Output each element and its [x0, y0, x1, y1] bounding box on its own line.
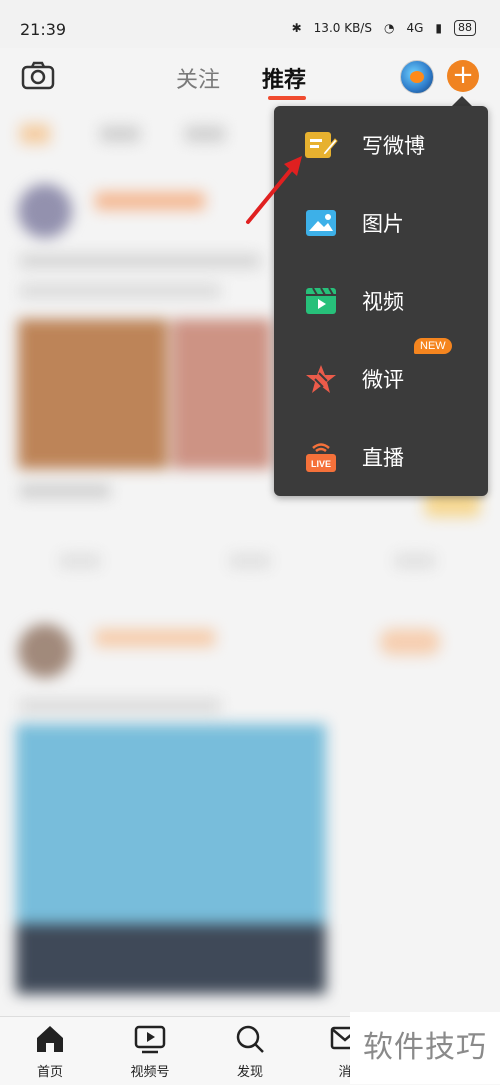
watermark: 软件技巧	[350, 1012, 500, 1084]
signal-label: 4G	[406, 21, 424, 35]
nav-label: 发现	[236, 1065, 263, 1080]
menu-item-label: 直播	[362, 446, 404, 470]
tab-follow[interactable]: 关注	[176, 62, 220, 94]
avatar[interactable]	[400, 60, 434, 94]
signal-icon: ▮	[435, 21, 442, 35]
search-icon	[236, 1025, 264, 1053]
home-icon	[37, 1026, 63, 1052]
active-tab-indicator	[268, 96, 306, 100]
bluetooth-icon: ✱	[291, 21, 302, 35]
menu-item-label: 图片	[362, 212, 404, 236]
svg-text:LIVE: LIVE	[311, 459, 331, 469]
new-badge: NEW	[414, 338, 452, 354]
nav-label: 视频号	[130, 1065, 170, 1080]
nav-video-channel[interactable]: 视频号	[110, 1023, 190, 1080]
camera-icon[interactable]	[20, 58, 56, 94]
menu-arrow	[452, 96, 472, 106]
tab-recommend[interactable]: 推荐	[262, 62, 306, 94]
battery-icon: 88	[454, 20, 476, 36]
menu-item-label: 写微博	[362, 134, 425, 158]
menu-item-live[interactable]: LIVE 直播	[274, 418, 488, 496]
star-review-icon	[304, 362, 338, 396]
add-post-button[interactable]: +	[447, 60, 479, 92]
wifi-icon: ◔	[383, 21, 395, 35]
top-header: 关注 推荐 +	[0, 48, 500, 104]
menu-item-label: 微评	[362, 368, 404, 392]
nav-discover[interactable]: 发现	[210, 1023, 290, 1080]
nav-label: 首页	[36, 1065, 63, 1080]
menu-item-review[interactable]: 微评 NEW	[274, 338, 488, 418]
menu-item-label: 视频	[362, 290, 404, 314]
live-icon: LIVE	[304, 440, 338, 474]
status-time: 21:39	[20, 20, 67, 39]
video-channel-icon	[134, 1025, 166, 1054]
pointer-arrow-icon	[246, 156, 302, 224]
status-icons: ✱ 13.0 KB/S ◔ 4G ▮ 88	[292, 20, 476, 36]
nav-home[interactable]: 首页	[10, 1023, 90, 1080]
network-speed: 13.0 KB/S	[313, 21, 372, 35]
video-icon	[304, 284, 338, 318]
menu-item-video[interactable]: 视频	[274, 262, 488, 340]
